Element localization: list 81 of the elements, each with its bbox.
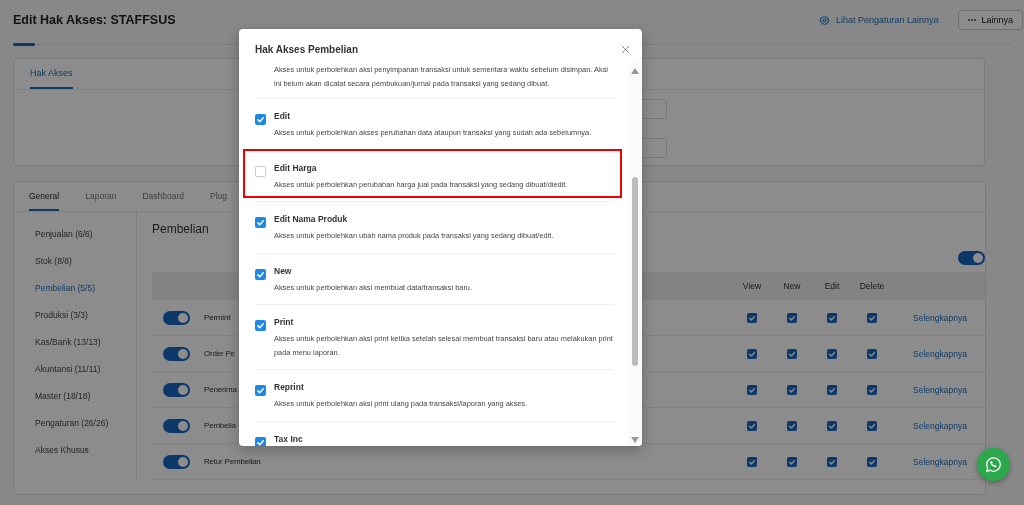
permission-label: Print (274, 316, 295, 329)
checkbox[interactable] (255, 385, 266, 396)
checkbox[interactable] (255, 165, 266, 177)
details-link[interactable]: Selengkapnya (913, 348, 967, 359)
checkbox[interactable] (787, 420, 797, 431)
permission-label: Tax Inc (274, 432, 303, 446)
sidebar-item[interactable]: Kas/Bank (13/13) (35, 336, 136, 349)
checkbox[interactable] (787, 348, 797, 359)
column-header: View (741, 281, 763, 291)
checkbox[interactable] (867, 384, 877, 395)
tab[interactable]: Plug (210, 182, 228, 211)
table-cell: Penerima (204, 385, 237, 394)
checkbox[interactable] (867, 312, 877, 323)
checkbox[interactable] (787, 456, 797, 467)
scroll-up-icon[interactable] (631, 68, 639, 74)
settings-icon (818, 14, 830, 26)
sidebar-item[interactable]: Penjualan (6/6) (35, 228, 136, 241)
permission-label: Edit Harga (274, 161, 318, 175)
toggle-switch[interactable] (958, 251, 985, 265)
chat-bubble-icon (985, 456, 1002, 473)
checkbox[interactable] (255, 436, 266, 446)
checkbox[interactable] (787, 312, 797, 323)
column-header: Edit (823, 281, 841, 291)
checkbox[interactable] (827, 420, 837, 431)
sidebar-item[interactable]: Akuntansi (11/11) (35, 363, 136, 376)
checkbox[interactable] (747, 312, 757, 323)
settings-link[interactable]: Lihat Pengaturan Lainnya (835, 15, 939, 25)
page-title: Edit Hak Akses: STAFFSUS (13, 13, 177, 27)
scroll-down-icon[interactable] (631, 437, 639, 443)
checkbox[interactable] (867, 348, 877, 359)
details-link[interactable]: Selengkapnya (913, 420, 967, 431)
tab[interactable]: Dashboard (142, 182, 185, 211)
checkbox[interactable] (255, 217, 266, 228)
details-link[interactable]: Selengkapnya (913, 312, 967, 323)
chat-button[interactable] (977, 448, 1010, 481)
sidebar-item[interactable]: Stok (8/8) (35, 255, 136, 268)
checkbox[interactable] (867, 456, 877, 467)
section-heading: Pembelian (152, 222, 209, 238)
column-header: New (782, 281, 802, 291)
tab[interactable]: General (29, 182, 60, 211)
sidebar-item[interactable]: Master (18/18) (35, 390, 136, 403)
checkbox[interactable] (827, 384, 837, 395)
checkbox[interactable] (255, 320, 266, 331)
table-cell: Pembelia (204, 421, 236, 430)
permission-label: Edit Nama Produk (274, 213, 349, 226)
toggle-switch[interactable] (163, 310, 190, 325)
permission-label: Edit (274, 110, 292, 123)
scrollbar[interactable] (628, 63, 642, 446)
permission-label: New (274, 264, 293, 278)
checkbox[interactable] (827, 312, 837, 323)
toggle-switch[interactable] (163, 418, 190, 433)
checkbox[interactable] (867, 420, 877, 431)
tab[interactable]: Laporan (85, 182, 117, 211)
checkbox[interactable] (747, 420, 757, 431)
checkbox[interactable] (747, 384, 757, 395)
sidebar-item[interactable]: Pengaturan (26/26) (35, 417, 136, 430)
sidebar-item[interactable]: Pembelian (5/5) (35, 282, 136, 295)
title-underline (13, 43, 35, 46)
details-link[interactable]: Selengkapnya (913, 384, 967, 395)
checkbox[interactable] (747, 456, 757, 467)
checkbox[interactable] (255, 268, 266, 280)
checkbox[interactable] (827, 348, 837, 359)
permission-label: Reprint (274, 381, 305, 394)
checkbox[interactable] (827, 456, 837, 467)
table-cell: Permint (204, 313, 231, 322)
sidebar-item[interactable]: Produksi (3/3) (35, 309, 136, 322)
toggle-switch[interactable] (163, 382, 190, 397)
table-cell: Retur Pembelian (204, 457, 261, 466)
table-cell: Order Pe (204, 349, 235, 358)
dialog-title: Hak Akses Pembelian (255, 43, 360, 55)
toggle-switch[interactable] (163, 346, 190, 361)
column-header: Delete (858, 281, 886, 291)
details-link[interactable]: Selengkapnya (913, 456, 967, 467)
tab[interactable]: Hak Akses (30, 59, 73, 89)
checkbox[interactable] (747, 348, 757, 359)
close-icon[interactable] (621, 44, 630, 54)
sidebar-item[interactable]: Akses Khusus (35, 444, 136, 457)
checkbox[interactable] (255, 114, 266, 125)
toggle-switch[interactable] (163, 454, 190, 469)
more-button[interactable]: Lainnya (958, 10, 1023, 30)
checkbox[interactable] (787, 384, 797, 395)
